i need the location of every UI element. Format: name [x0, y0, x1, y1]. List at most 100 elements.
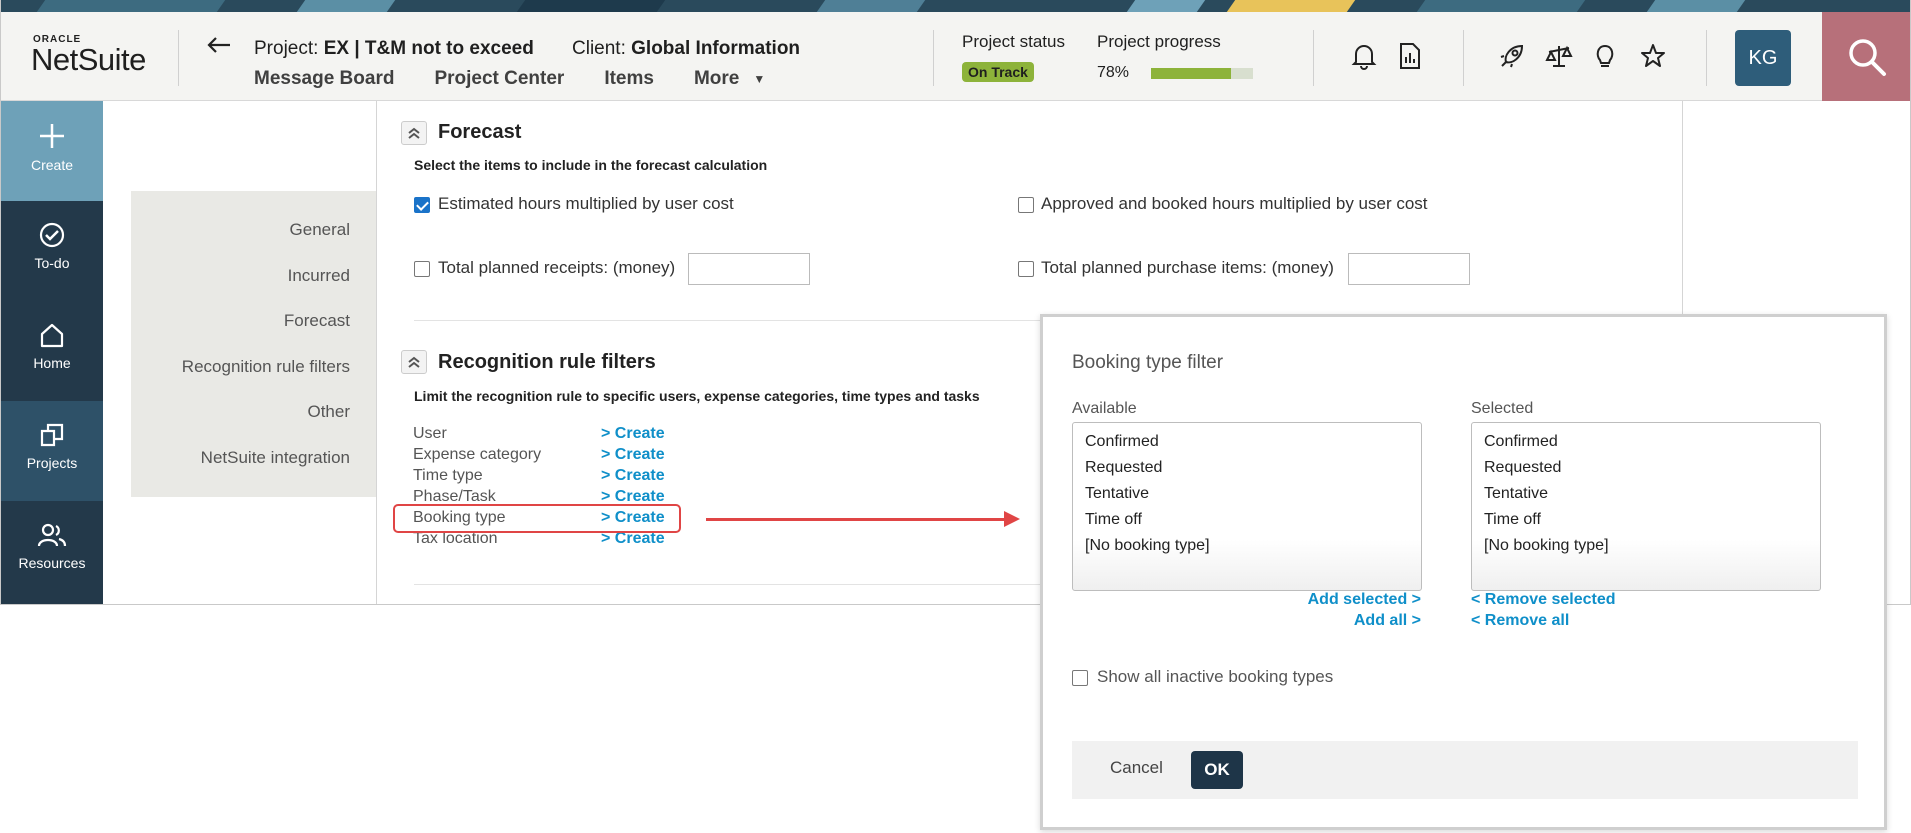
plus-icon: [40, 124, 64, 148]
create-expense-category-filter-link[interactable]: > Create: [601, 446, 665, 464]
star-icon[interactable]: [1639, 42, 1669, 72]
available-label: Available: [1072, 400, 1137, 417]
ok-button[interactable]: OK: [1191, 751, 1243, 789]
show-inactive-checkbox[interactable]: [1072, 670, 1088, 686]
section-nav-general[interactable]: General: [290, 220, 350, 240]
list-item[interactable]: [No booking type]: [1484, 533, 1808, 559]
chevrons-up-icon: [408, 127, 420, 139]
back-arrow-icon[interactable]: [206, 32, 232, 60]
add-selected-link[interactable]: Add selected >: [1308, 591, 1421, 609]
client-name[interactable]: Global Information: [631, 38, 800, 59]
create-user-filter-link[interactable]: > Create: [601, 425, 665, 443]
avatar-initials: KG: [1748, 46, 1778, 69]
rail-create[interactable]: Create: [1, 101, 103, 201]
filter-label-time-type: Time type: [413, 467, 483, 484]
rail-resources-label: Resources: [18, 555, 86, 571]
selected-label: Selected: [1471, 400, 1534, 417]
create-time-type-filter-link[interactable]: > Create: [601, 467, 665, 485]
lightbulb-icon[interactable]: [1592, 42, 1622, 72]
rail-home[interactable]: Home: [1, 301, 103, 401]
planned-receipts-label: Total planned receipts: (money): [438, 258, 676, 277]
nav-message-board[interactable]: Message Board: [254, 68, 394, 90]
project-progress-value: 78%: [1097, 64, 1130, 81]
nav-items[interactable]: Items: [604, 68, 654, 90]
projects-icon: [40, 423, 64, 447]
forecast-title: Forecast: [438, 121, 522, 143]
rail-resources[interactable]: Resources: [1, 501, 103, 601]
collapse-recognition-button[interactable]: [401, 350, 427, 374]
people-icon: [37, 523, 67, 547]
remove-all-link[interactable]: < Remove all: [1471, 612, 1569, 630]
rail-projects[interactable]: Projects: [1, 401, 103, 501]
logo-netsuite-text: NetSuite: [31, 42, 146, 77]
divider: [1313, 30, 1314, 86]
planned-purchase-checkbox[interactable]: [1018, 261, 1034, 277]
avatar[interactable]: KG: [1735, 30, 1791, 86]
list-item[interactable]: Requested: [1484, 455, 1808, 481]
show-inactive-label: Show all inactive booking types: [1097, 667, 1334, 686]
remove-selected-link[interactable]: < Remove selected: [1471, 591, 1616, 609]
section-nav: General Incurred Forecast Recognition ru…: [131, 191, 376, 497]
section-nav-other[interactable]: Other: [307, 402, 350, 422]
netsuite-logo[interactable]: ORACLE NetSuite: [31, 34, 161, 84]
filter-label-expense-category: Expense category: [413, 446, 542, 463]
check-circle-icon: [39, 222, 65, 248]
dialog-footer: Cancel OK: [1072, 741, 1858, 799]
rail-create-label: Create: [30, 157, 74, 173]
planned-purchase-input[interactable]: [1348, 253, 1470, 285]
section-nav-incurred[interactable]: Incurred: [288, 266, 350, 286]
filter-label-user: User: [413, 425, 447, 442]
rocket-icon[interactable]: [1498, 42, 1528, 72]
collapse-forecast-button[interactable]: [401, 121, 427, 145]
scale-icon[interactable]: [1545, 42, 1575, 72]
booking-type-filter-dialog: Booking type filter Available Confirmed …: [1040, 314, 1887, 830]
list-item[interactable]: Time off: [1484, 507, 1808, 533]
available-list[interactable]: Confirmed Requested Tentative Time off […: [1072, 422, 1422, 591]
search-icon: [1849, 38, 1886, 76]
client-prefix: Client:: [572, 38, 632, 59]
planned-receipts-input[interactable]: [688, 253, 810, 285]
left-rail: Create To-do Home Projects Resources: [1, 101, 103, 604]
selected-list[interactable]: Confirmed Requested Tentative Time off […: [1471, 422, 1821, 591]
project-status-label: Project status: [962, 32, 1065, 51]
divider: [1463, 30, 1464, 86]
est-hours-checkbox[interactable]: [414, 197, 430, 213]
home-icon: [40, 323, 64, 348]
planned-purchase-label: Total planned purchase items: (money): [1041, 258, 1334, 277]
recognition-title: Recognition rule filters: [438, 351, 656, 373]
divider: [1706, 30, 1707, 86]
add-all-link[interactable]: Add all >: [1354, 612, 1421, 630]
project-name[interactable]: EX | T&M not to exceed: [324, 38, 534, 59]
list-item[interactable]: Confirmed: [1484, 429, 1808, 455]
list-item[interactable]: Time off: [1085, 507, 1409, 533]
list-item[interactable]: Confirmed: [1085, 429, 1409, 455]
divider: [933, 30, 934, 86]
report-icon[interactable]: [1397, 42, 1427, 72]
list-item[interactable]: Requested: [1085, 455, 1409, 481]
list-item[interactable]: Tentative: [1085, 481, 1409, 507]
nav-project-center[interactable]: Project Center: [434, 68, 564, 90]
list-item[interactable]: Tentative: [1484, 481, 1808, 507]
approved-hours-checkbox[interactable]: [1018, 197, 1034, 213]
callout-arrow-head: [1004, 511, 1020, 527]
section-nav-recognition-rule-filters[interactable]: Recognition rule filters: [182, 357, 350, 377]
project-title: Project: EX | T&M not to exceed: [254, 38, 534, 60]
callout-arrow: [706, 518, 1006, 521]
search-button[interactable]: [1822, 12, 1910, 101]
section-nav-netsuite-integration[interactable]: NetSuite integration: [201, 448, 350, 468]
list-item[interactable]: [No booking type]: [1085, 533, 1409, 559]
recognition-subtitle: Limit the recognition rule to specific u…: [414, 388, 980, 404]
est-hours-label: Estimated hours multiplied by user cost: [438, 194, 734, 213]
nav-more[interactable]: More: [694, 68, 739, 90]
forecast-subtitle: Select the items to include in the forec…: [414, 157, 768, 173]
planned-receipts-checkbox[interactable]: [414, 261, 430, 277]
section-nav-forecast[interactable]: Forecast: [284, 311, 350, 331]
project-prefix: Project:: [254, 38, 324, 59]
rail-projects-label: Projects: [26, 455, 78, 471]
chevron-down-icon[interactable]: ▼: [753, 72, 765, 90]
rail-todo[interactable]: To-do: [1, 201, 103, 301]
project-progress-bar: [1151, 68, 1253, 79]
rail-todo-label: To-do: [34, 255, 70, 271]
bell-icon[interactable]: [1351, 42, 1381, 72]
cancel-button[interactable]: Cancel: [1110, 758, 1163, 778]
